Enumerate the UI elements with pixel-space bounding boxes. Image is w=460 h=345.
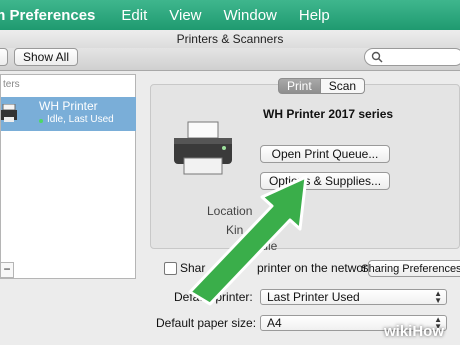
open-print-queue-button[interactable]: Open Print Queue...	[260, 145, 390, 163]
share-label-left: Shar	[180, 261, 206, 275]
printer-large-icon	[174, 121, 232, 175]
status-dot	[39, 119, 43, 123]
back-button[interactable]	[0, 48, 8, 66]
location-label: Location	[207, 204, 253, 218]
share-label-right: printer on the network	[257, 261, 374, 275]
options-supplies-button[interactable]: Options & Supplies...	[260, 172, 390, 190]
default-paper-label: Default paper size:	[156, 316, 257, 330]
print-scan-tabs: Print Scan	[278, 78, 366, 94]
menu-bar: m Preferences Edit View Window Help	[0, 0, 460, 30]
sharing-preferences-button[interactable]: Sharing Preferences...	[361, 260, 460, 277]
printer-icon	[1, 104, 17, 122]
default-printer-select[interactable]: Last Printer Used ▲ ▼	[260, 289, 447, 305]
printer-list-header: ters	[3, 79, 20, 90]
select-arrows-icon: ▲ ▼	[434, 289, 442, 305]
default-printer-label: Default printer:	[174, 290, 253, 304]
status-label: Idle	[258, 239, 278, 253]
printer-status: Idle, Last Used	[47, 114, 114, 125]
tab-scan[interactable]: Scan	[320, 78, 366, 94]
printer-list-item[interactable]: WH Printer Idle, Last Used	[1, 97, 136, 131]
search-input[interactable]	[364, 48, 460, 66]
remove-printer-button[interactable]: −	[0, 262, 14, 278]
menu-app-name[interactable]: m Preferences	[0, 7, 95, 24]
menu-window[interactable]: Window	[224, 7, 277, 24]
printer-list: ters WH Printer Idle, Last Used	[0, 74, 136, 279]
window-title: Printers & Scanners	[0, 30, 460, 48]
share-checkbox[interactable]	[164, 262, 177, 275]
menu-edit[interactable]: Edit	[121, 7, 147, 24]
printer-name: WH Printer	[39, 99, 98, 113]
tab-print[interactable]: Print	[278, 78, 321, 94]
menu-help[interactable]: Help	[299, 7, 330, 24]
default-printer-value: Last Printer Used	[267, 290, 360, 304]
show-all-button[interactable]: Show All	[14, 48, 78, 66]
search-icon	[371, 51, 383, 63]
printer-title: WH Printer 2017 series	[263, 107, 394, 121]
toolbar: Show All	[0, 48, 460, 71]
default-paper-value: A4	[267, 316, 282, 330]
wikihow-watermark: wikiHow	[384, 323, 445, 340]
kind-label: Kin	[226, 223, 244, 237]
menu-view[interactable]: View	[169, 7, 201, 24]
